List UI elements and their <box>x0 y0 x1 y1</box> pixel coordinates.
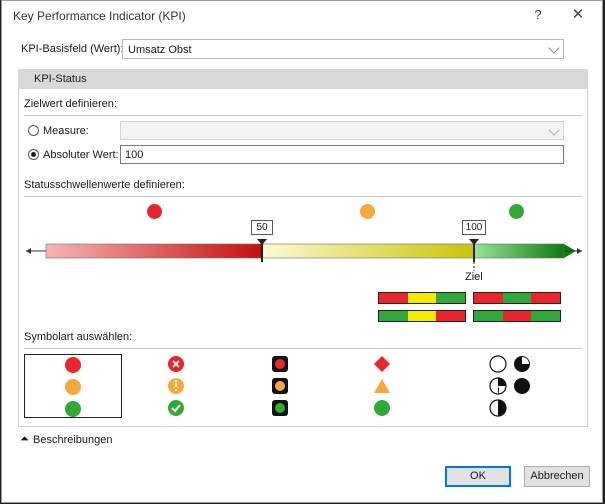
target-label: Zielwert definieren: <box>24 98 117 110</box>
symbol-set-shapes[interactable] <box>370 354 394 418</box>
chevron-down-icon <box>548 124 560 136</box>
threshold-high-box[interactable]: 100 <box>462 220 486 235</box>
threshold-scale[interactable] <box>24 235 584 271</box>
chevron-down-icon <box>548 42 560 54</box>
base-field-value: Umsatz Obst <box>128 44 192 56</box>
red-zone-bar <box>46 244 262 258</box>
symbol-set-circles-selected[interactable] <box>24 354 122 418</box>
symbol-set-quarter-pies[interactable] <box>488 354 536 418</box>
target-label-ziel: Ziel <box>465 271 483 283</box>
status-red-dot <box>147 204 162 219</box>
ok-button[interactable]: OK <box>445 466 511 487</box>
symbol-set-status-icons[interactable] <box>164 354 188 418</box>
title-bar: Key Performance Indicator (KPI) ? ✕ <box>2 1 602 29</box>
symbols-label: Symbolart auswählen: <box>24 331 133 343</box>
preset-red-green-red[interactable] <box>473 292 561 304</box>
double-chevron-up-icon[interactable]: ⏶ <box>20 433 29 446</box>
absolute-value-input[interactable]: 100 <box>120 145 564 164</box>
close-icon[interactable]: ✕ <box>566 5 590 25</box>
symbol-set-traffic-lights[interactable] <box>268 354 292 418</box>
threshold-low-box[interactable]: 50 <box>251 220 273 235</box>
measure-combobox[interactable] <box>120 121 564 140</box>
status-green-dot <box>509 204 524 219</box>
measure-radio[interactable] <box>28 125 39 136</box>
kpi-dialog: Key Performance Indicator (KPI) ? ✕ KPI-… <box>1 0 603 503</box>
kpi-status-title: KPI-Status <box>34 73 87 85</box>
green-zone-bar <box>474 244 564 258</box>
divider <box>24 348 582 349</box>
help-icon[interactable]: ? <box>526 5 550 25</box>
status-yellow-dot <box>360 204 375 219</box>
preset-green-red-green[interactable] <box>473 310 561 322</box>
divider <box>24 115 582 116</box>
base-field-combobox[interactable]: Umsatz Obst <box>122 39 564 59</box>
divider <box>24 196 582 197</box>
left-arrow-icon <box>26 248 31 254</box>
preset-red-yellow-green[interactable] <box>378 292 466 304</box>
yellow-zone-bar <box>262 244 474 258</box>
absolute-value-radio[interactable] <box>28 149 39 160</box>
base-field-label: KPI-Basisfeld (Wert): <box>21 43 124 55</box>
preset-green-yellow-red[interactable] <box>378 310 466 322</box>
measure-label: Measure: <box>43 125 89 137</box>
right-arrow-icon <box>577 248 582 254</box>
circles-icon <box>65 357 81 417</box>
absolute-value-label: Absoluter Wert: <box>43 149 119 161</box>
thresholds-label: Statusschwellenwerte definieren: <box>24 179 185 191</box>
descriptions-toggle[interactable]: Beschreibungen <box>33 434 113 446</box>
window-title: Key Performance Indicator (KPI) <box>13 9 186 23</box>
kpi-status-header: KPI-Status <box>18 69 588 89</box>
cancel-button[interactable]: Abbrechen <box>524 466 590 487</box>
